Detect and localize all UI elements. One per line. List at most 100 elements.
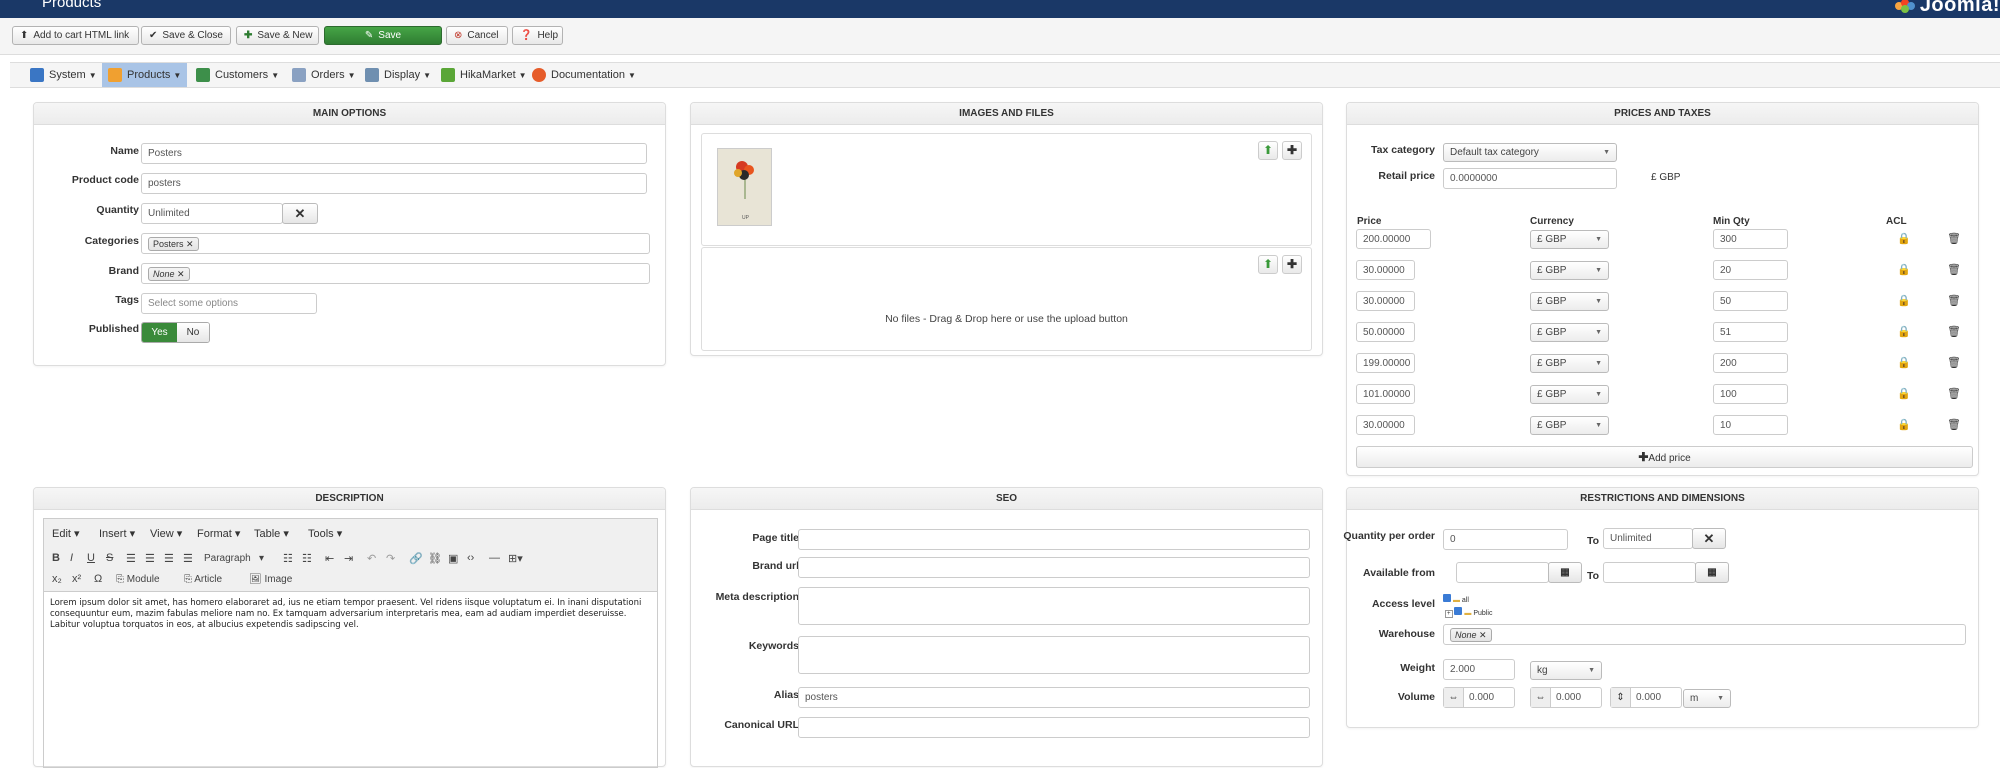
currency-select[interactable]: £ GBP ▼ (1530, 385, 1609, 404)
menu-documentation[interactable]: Documentation ▼ (526, 63, 642, 87)
italic-icon[interactable]: I (70, 552, 73, 564)
save-close-button[interactable]: ✔ Save & Close (141, 26, 231, 45)
currency-select[interactable]: £ GBP ▼ (1530, 354, 1609, 373)
lock-icon[interactable]: 🔒 (1897, 418, 1911, 431)
trash-icon[interactable]: 🗑 (1947, 294, 1961, 307)
image-button[interactable]: 🖼 Image (249, 574, 292, 585)
module-button[interactable]: ⎘ Module (116, 574, 160, 585)
trash-icon[interactable]: 🗑 (1947, 356, 1961, 369)
trash-icon[interactable]: 🗑 (1947, 418, 1961, 431)
price-input[interactable]: 199.00000 (1356, 353, 1415, 373)
lock-icon[interactable]: 🔒 (1897, 232, 1911, 245)
undo-icon[interactable]: ↶ (367, 552, 376, 565)
brand-input[interactable]: None ✕ (141, 263, 650, 284)
superscript-icon[interactable]: x² (72, 573, 81, 585)
quantity-max-input[interactable]: Unlimited (1603, 528, 1693, 549)
remove-icon[interactable]: ✕ (177, 269, 185, 279)
brand-tag[interactable]: None ✕ (148, 267, 190, 281)
editor-content[interactable]: Lorem ipsum dolor sit amet, has homero e… (50, 598, 650, 631)
min-qty-input[interactable]: 10 (1713, 415, 1788, 435)
keywords-textarea[interactable] (798, 636, 1310, 674)
volume-length-input[interactable]: ⇔ 0.000 (1443, 687, 1515, 708)
published-toggle[interactable]: Yes No (141, 322, 210, 343)
horizontal-rule-icon[interactable]: — (489, 552, 500, 564)
quantity-clear-button[interactable]: ✕ (282, 203, 318, 224)
meta-description-textarea[interactable] (798, 587, 1310, 625)
lock-icon[interactable]: 🔒 (1897, 263, 1911, 276)
tax-category-select[interactable]: Default tax category ▼ (1443, 143, 1617, 162)
align-right-icon[interactable]: ☰ (164, 552, 174, 565)
add-to-cart-html-link-button[interactable]: ⬆ Add to cart HTML link (12, 26, 139, 45)
add-image-button[interactable]: ✚ (1282, 141, 1302, 160)
menu-orders[interactable]: Orders ▼ (286, 63, 362, 87)
save-new-button[interactable]: ✚ Save & New (236, 26, 319, 45)
canonical-url-input[interactable] (798, 717, 1310, 738)
published-no-button[interactable]: No (176, 323, 209, 342)
cancel-button[interactable]: ⊗ Cancel (446, 26, 508, 45)
currency-select[interactable]: £ GBP ▼ (1530, 323, 1609, 342)
alias-input[interactable]: posters (798, 687, 1310, 708)
link-icon[interactable]: 🔗 (409, 552, 423, 565)
categories-input[interactable]: Posters ✕ (141, 233, 650, 254)
remove-icon[interactable]: ✕ (186, 239, 194, 249)
available-from-calendar-button[interactable]: ▦ (1548, 562, 1582, 583)
name-input[interactable]: Posters (141, 143, 647, 164)
page-title-input[interactable] (798, 529, 1310, 550)
currency-select[interactable]: £ GBP ▼ (1530, 230, 1609, 249)
price-input[interactable]: 200.00000 (1356, 229, 1431, 249)
align-justify-icon[interactable]: ☰ (183, 552, 193, 565)
redo-icon[interactable]: ↷ (386, 552, 395, 565)
bullet-list-icon[interactable]: ☷ (283, 552, 293, 565)
volume-width-input[interactable]: ⇔ 0.000 (1530, 687, 1602, 708)
file-dropzone[interactable]: ⬆ ✚ No files - Drag & Drop here or use t… (701, 247, 1312, 351)
weight-input[interactable]: 2.000 (1443, 659, 1515, 680)
strikethrough-icon[interactable]: S (106, 552, 113, 564)
quantity-min-input[interactable]: 0 (1443, 529, 1568, 550)
upload-file-button[interactable]: ⬆ (1258, 255, 1278, 274)
outdent-icon[interactable]: ⇤ (325, 552, 334, 565)
min-qty-input[interactable]: 200 (1713, 353, 1788, 373)
min-qty-input[interactable]: 51 (1713, 322, 1788, 342)
editor-menu-view[interactable]: View ▾ (150, 527, 182, 540)
indent-icon[interactable]: ⇥ (344, 552, 353, 565)
image-icon[interactable]: ▣ (448, 552, 458, 565)
code-icon[interactable]: ‹› (467, 552, 474, 564)
trash-icon[interactable]: 🗑 (1947, 232, 1961, 245)
category-tag[interactable]: Posters ✕ (148, 237, 199, 251)
editor-menu-edit[interactable]: Edit ▾ (52, 527, 80, 540)
expand-icon[interactable]: + (1445, 610, 1453, 618)
access-public-node[interactable]: + ▬ Public (1445, 607, 1492, 620)
menu-display[interactable]: Display ▼ (359, 63, 437, 87)
currency-select[interactable]: £ GBP ▼ (1530, 261, 1609, 280)
min-qty-input[interactable]: 50 (1713, 291, 1788, 311)
price-input[interactable]: 101.00000 (1356, 384, 1415, 404)
available-to-input[interactable] (1603, 562, 1696, 583)
numbered-list-icon[interactable]: ☷ (302, 552, 312, 565)
available-from-input[interactable] (1456, 562, 1549, 583)
price-input[interactable]: 30.00000 (1356, 415, 1415, 435)
published-yes-button[interactable]: Yes (142, 323, 177, 342)
menu-hikamarket[interactable]: HikaMarket ▼ (435, 63, 533, 87)
remove-icon[interactable]: ✕ (1479, 630, 1487, 640)
volume-height-input[interactable]: ⇕ 0.000 (1610, 687, 1682, 708)
weight-unit-select[interactable]: kg ▼ (1530, 661, 1602, 680)
special-character-icon[interactable]: Ω (94, 573, 102, 585)
warehouse-tag[interactable]: None ✕ (1450, 628, 1492, 642)
bold-icon[interactable]: B (52, 552, 60, 564)
price-input[interactable]: 30.00000 (1356, 291, 1415, 311)
table-icon[interactable]: ⊞▾ (508, 552, 523, 565)
warehouse-input[interactable]: None ✕ (1443, 624, 1966, 645)
access-all-node[interactable]: ▬ all (1443, 594, 1492, 607)
checkbox-icon[interactable] (1443, 594, 1451, 602)
align-center-icon[interactable]: ☰ (145, 552, 155, 565)
align-left-icon[interactable]: ☰ (126, 552, 136, 565)
help-button[interactable]: ❓ Help (512, 26, 563, 45)
tags-input[interactable]: Select some options (141, 293, 317, 314)
lock-icon[interactable]: 🔒 (1897, 387, 1911, 400)
checkbox-icon[interactable] (1454, 607, 1463, 615)
product-image-thumbnail[interactable]: UP (717, 148, 772, 226)
lock-icon[interactable]: 🔒 (1897, 294, 1911, 307)
retail-price-input[interactable]: 0.0000000 (1443, 168, 1617, 189)
upload-image-button[interactable]: ⬆ (1258, 141, 1278, 160)
min-qty-input[interactable]: 300 (1713, 229, 1788, 249)
